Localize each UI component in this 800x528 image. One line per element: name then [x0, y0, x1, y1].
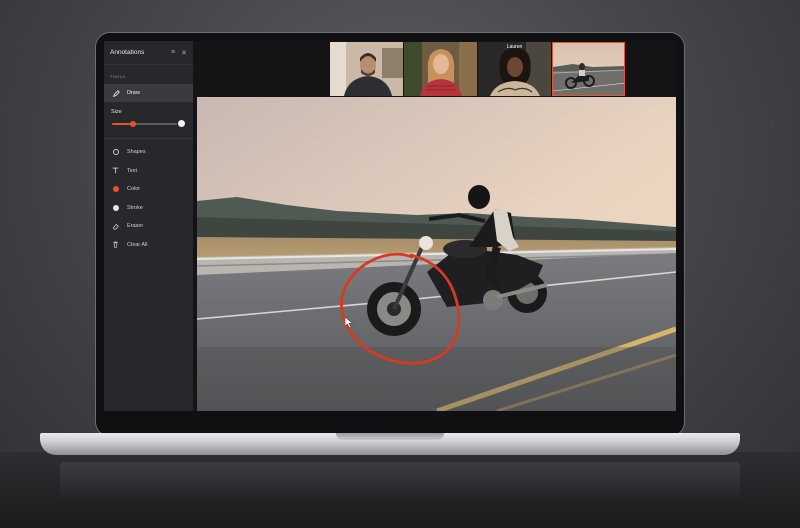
text-t-icon: [112, 167, 119, 174]
participant-name: Lauren: [506, 44, 523, 50]
participant-lauren-video: [478, 42, 551, 96]
participant-tile[interactable]: [330, 42, 403, 96]
tool-shapes[interactable]: Shapes: [104, 143, 193, 162]
annotations-panel: Annotations ≡ ✕ TOOLS Draw Size Shapes T…: [104, 41, 193, 411]
tool-draw[interactable]: Draw: [104, 84, 193, 102]
tool-color-label: Color: [127, 186, 141, 193]
shared-screen-thumbnail: [553, 43, 624, 95]
cursor-icon: [345, 317, 353, 328]
trash-icon: [112, 241, 119, 248]
participant-woman-video: [404, 42, 477, 96]
tool-stroke[interactable]: Stroke: [104, 199, 193, 218]
tool-shapes-label: Shapes: [127, 149, 146, 156]
tool-clear-all-label: Clear All: [127, 241, 148, 248]
divider: [104, 138, 193, 139]
tool-color[interactable]: Color: [104, 180, 193, 199]
size-label: Size: [111, 109, 122, 115]
tool-text[interactable]: Text: [104, 162, 193, 181]
participant-strip: Lauren: [193, 41, 676, 97]
stroke-dot-icon: [112, 204, 119, 211]
size-preview-dot: [178, 120, 185, 127]
close-icon[interactable]: ✕: [181, 49, 187, 57]
participant-tile[interactable]: [404, 42, 477, 96]
main-video[interactable]: [197, 97, 676, 411]
motorcycle-video-frame: [197, 97, 676, 411]
pencil-icon: [113, 89, 120, 97]
tool-text-label: Text: [127, 167, 138, 174]
circle-outline-icon: [112, 149, 119, 156]
tool-clear-all[interactable]: Clear All: [104, 236, 193, 255]
menu-icon[interactable]: ≡: [171, 49, 175, 56]
panel-title: Annotations: [110, 49, 145, 56]
laptop-screen: Annotations ≡ ✕ TOOLS Draw Size Shapes T…: [104, 41, 676, 411]
laptop-base-notch: [336, 433, 444, 440]
eraser-icon: [112, 223, 119, 230]
color-dot-icon: [112, 186, 119, 193]
participant-man-video: [330, 42, 403, 96]
participant-tile[interactable]: Lauren: [478, 42, 551, 96]
tool-stroke-label: Stroke: [127, 204, 143, 211]
size-slider[interactable]: [110, 118, 187, 130]
laptop-reflection: [60, 462, 740, 502]
tool-draw-label: Draw: [127, 90, 140, 96]
slider-handle[interactable]: [130, 121, 137, 127]
tool-eraser[interactable]: Eraser: [104, 217, 193, 236]
participant-tile-active[interactable]: [552, 42, 625, 96]
tool-eraser-label: Eraser: [127, 223, 144, 230]
panel-header: Annotations ≡ ✕: [104, 41, 193, 65]
section-label: TOOLS: [110, 74, 126, 79]
